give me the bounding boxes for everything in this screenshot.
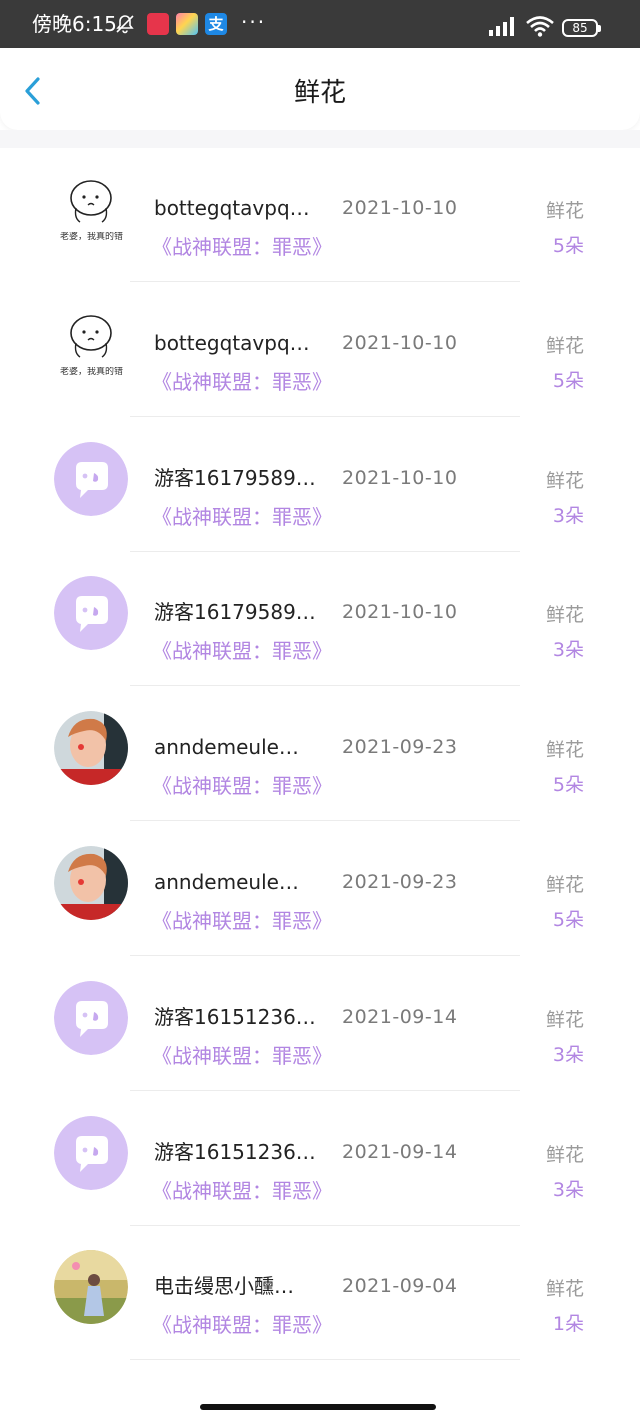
guest-avatar-icon <box>54 441 128 516</box>
gift-type: 鲜花 <box>545 739 584 762</box>
book-title[interactable]: 《战神联盟：罪恶》 <box>152 234 332 260</box>
gift-count: 3朵 <box>552 639 584 662</box>
gift-date: 2021-10-10 <box>342 601 458 624</box>
user-name: 游客16151236… <box>154 1139 316 1164</box>
book-title[interactable]: 《战神联盟：罪恶》 <box>152 638 332 664</box>
avatar[interactable] <box>54 846 128 920</box>
wifi-icon <box>526 16 554 37</box>
list-item[interactable]: 游客16151236… 2021-09-14 《战神联盟：罪恶》 鲜花 3朵 <box>0 1092 640 1227</box>
list-item[interactable]: bottegqtavpq… 2021-10-10 《战神联盟：罪恶》 鲜花 5朵 老婆，我… <box>0 283 640 418</box>
battery-indicator: 85 <box>562 19 601 37</box>
gift-type: 鲜花 <box>545 334 584 357</box>
user-photo-avatar <box>54 711 128 786</box>
gift-type: 鲜花 <box>545 1278 584 1301</box>
book-title[interactable]: 《战神联盟：罪恶》 <box>152 908 332 934</box>
avatar[interactable] <box>54 1250 128 1325</box>
gallery-app-icon <box>176 13 198 35</box>
avatar[interactable] <box>54 576 128 651</box>
list-item[interactable]: bottegqtavpq… 2021-10-10 《战神联盟：罪恶》 鲜花 5朵 老婆，我… <box>0 148 640 283</box>
avatar[interactable] <box>54 1115 128 1190</box>
alipay-icon: 支 <box>205 13 227 35</box>
gift-count: 1朵 <box>552 1313 584 1336</box>
gift-type: 鲜花 <box>545 1008 584 1031</box>
list-item[interactable]: 游客16179589… 2021-10-10 《战神联盟：罪恶》 鲜花 3朵 <box>0 418 640 553</box>
gift-type: 鲜花 <box>545 1143 584 1166</box>
gift-date: 2021-10-10 <box>342 466 458 489</box>
list-item[interactable]: 电击缦思小醺… 2021-09-04 《战神联盟：罪恶》 鲜花 1朵 <box>0 1226 640 1361</box>
gift-count: 3朵 <box>552 1178 584 1201</box>
user-name: 游客16179589… <box>154 600 316 625</box>
book-title[interactable]: 《战神联盟：罪恶》 <box>152 1178 332 1204</box>
gift-type: 鲜花 <box>545 200 584 222</box>
gift-count: 5朵 <box>552 774 584 797</box>
page-title: 鲜花 <box>293 78 346 108</box>
avatar[interactable] <box>54 980 128 1055</box>
book-title[interactable]: 《战神联盟：罪恶》 <box>152 1312 332 1338</box>
user-name: 电击缦思小醺… <box>154 1274 294 1299</box>
list-item[interactable]: 游客16179589… 2021-10-10 《战神联盟：罪恶》 鲜花 3朵 <box>0 552 640 687</box>
app-notification-icon <box>147 13 169 35</box>
bell-muted-icon <box>116 15 134 34</box>
gift-type: 鲜花 <box>545 469 584 492</box>
nav-header: 鲜花 <box>0 48 640 130</box>
user-name: 游客16151236… <box>154 1004 316 1029</box>
user-name: anndemeule… <box>154 870 299 894</box>
guest-avatar-icon <box>54 576 128 651</box>
gift-date: 2021-09-14 <box>342 1140 458 1163</box>
user-name: bottegqtavpq… <box>154 330 310 355</box>
gift-date: 2021-09-23 <box>342 736 458 759</box>
more-notifications-icon: ··· <box>241 10 267 34</box>
header-separator <box>0 130 640 148</box>
gift-count: 3朵 <box>552 1043 584 1066</box>
meme-caption: 老婆，我真的错 <box>60 366 124 377</box>
cellular-signal-icon <box>489 17 514 36</box>
gift-count: 5朵 <box>552 235 584 257</box>
list-item[interactable]: anndemeule… 2021-09-23 《战神联盟：罪恶》 鲜花 5朵 <box>0 687 640 822</box>
user-photo-avatar <box>54 846 128 920</box>
gift-type: 鲜花 <box>545 874 584 896</box>
gift-count: 3朵 <box>552 504 584 527</box>
gift-date: 2021-09-23 <box>342 871 458 893</box>
gift-count: 5朵 <box>552 909 584 931</box>
row-divider <box>130 1359 520 1361</box>
user-name: anndemeule… <box>154 735 299 760</box>
guest-avatar-icon <box>54 1115 128 1190</box>
gift-date: 2021-09-14 <box>342 1005 458 1028</box>
book-title[interactable]: 《战神联盟：罪恶》 <box>152 1043 332 1069</box>
user-name: 游客16179589… <box>154 465 316 490</box>
meme-caption: 老婆，我真的错 <box>60 232 124 242</box>
gift-date: 2021-10-10 <box>342 331 458 354</box>
book-title[interactable]: 《战神联盟：罪恶》 <box>152 773 332 799</box>
user-photo-avatar <box>54 1250 128 1325</box>
gift-type: 鲜花 <box>545 604 584 627</box>
book-title[interactable]: 《战神联盟：罪恶》 <box>152 504 332 530</box>
avatar[interactable] <box>54 441 128 516</box>
avatar[interactable] <box>54 711 128 786</box>
status-time: 傍晚6:15 <box>32 12 117 36</box>
book-title[interactable]: 《战神联盟：罪恶》 <box>152 369 332 395</box>
user-name: bottegqtavpq… <box>154 196 310 220</box>
guest-avatar-icon <box>54 980 128 1055</box>
gift-count: 5朵 <box>552 369 584 392</box>
list-item[interactable]: anndemeule… 2021-09-23 《战神联盟：罪恶》 鲜花 5朵 <box>0 822 640 957</box>
list-item[interactable]: 游客16151236… 2021-09-14 《战神联盟：罪恶》 鲜花 3朵 <box>0 957 640 1092</box>
gift-date: 2021-10-10 <box>342 197 458 219</box>
status-bar: 傍晚6:15 支 ··· 85 <box>0 0 640 48</box>
home-indicator[interactable] <box>200 1404 436 1410</box>
gift-date: 2021-09-04 <box>342 1275 458 1298</box>
